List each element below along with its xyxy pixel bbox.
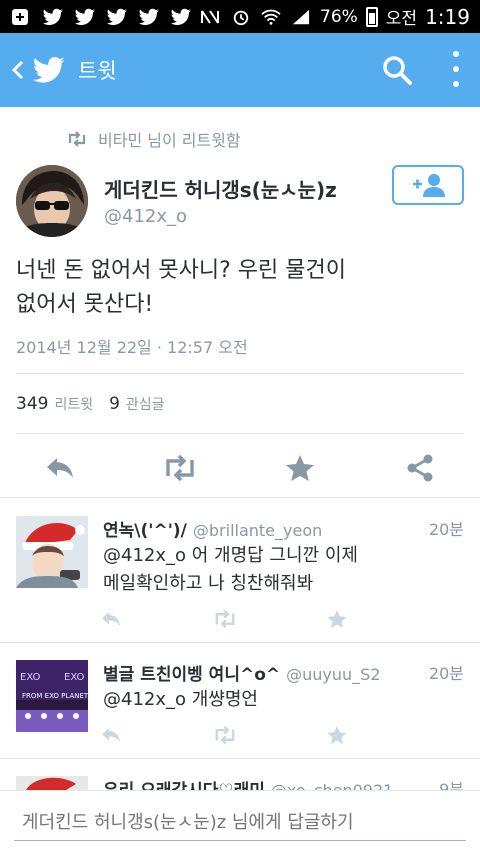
reply-author[interactable]: 연녹\('^')/ @brillante_yeon [103, 516, 322, 541]
reply-tweet[interactable]: EXO EXO FROM EXO PLANET 별글 트친이벵 여니^o^ @uu… [0, 660, 480, 770]
twitter-notification-icon [42, 8, 63, 25]
svg-text:FROM EXO PLANET: FROM EXO PLANET [22, 692, 88, 700]
section-divider [0, 497, 480, 498]
reply-author[interactable]: 우리 오래갑시다♡래미 @xo_chen0921 [103, 776, 393, 790]
reply-author-handle: @uuyuu_S2 [286, 665, 381, 684]
tweet-text: 너넨 돈 없어서 못사니? 우린 물건이 없어서 못산다! [16, 254, 464, 322]
twitter-bird-icon[interactable] [32, 55, 66, 85]
reply-author-handle: @xo_chen0921 [271, 781, 393, 790]
reply-author-handle: @brillante_yeon [192, 521, 323, 540]
tweet-text-line: 없어서 못산다! [16, 292, 154, 317]
retweet-context: 비타민 님이 리트윗함 [66, 127, 241, 151]
reply-time: 20분 [428, 520, 464, 539]
tweet-text-line: 너넨 돈 없어서 못사니? 우린 물건이 [16, 258, 347, 283]
tweet-timestamp: 2014년 12월 22일 · 12:57 오전 [16, 338, 248, 357]
reply-author-name: 우리 오래갑시다♡래미 [103, 781, 265, 790]
follow-button[interactable] [392, 165, 464, 205]
clock-ampm: 오전 [385, 9, 418, 29]
reply-author-name: 별글 트친이벵 여니^o^ [103, 665, 281, 685]
twitter-notification-icon [106, 8, 127, 25]
reply-input[interactable] [14, 805, 466, 841]
reply-icon[interactable] [44, 452, 76, 484]
clock-time: 1:19 [425, 4, 470, 29]
retweet-icon [68, 131, 86, 147]
reply-avatar[interactable] [16, 516, 88, 588]
reply-text-line: @412x_o 개썅명언 [103, 689, 258, 710]
retweet-icon[interactable] [212, 724, 238, 746]
share-icon[interactable] [404, 452, 436, 484]
reply-author[interactable]: 별글 트친이벵 여니^o^ @uuyuu_S2 [103, 660, 381, 685]
divider [16, 373, 464, 374]
battery-percent: 76% [320, 6, 358, 27]
retweet-count[interactable]: 349 [16, 394, 48, 414]
add-user-icon [413, 174, 445, 197]
svg-text:EXO: EXO [20, 672, 41, 683]
favorite-count[interactable]: 9 [109, 394, 120, 414]
search-icon[interactable] [382, 55, 412, 85]
favorite-count-label[interactable]: 관심글 [126, 394, 165, 414]
twitter-notification-icon [170, 8, 191, 25]
plus-box-icon [12, 8, 28, 25]
author-name[interactable]: 게더킨드 허니갱s(눈ㅅ눈)z [104, 174, 337, 203]
reply-author-name: 연녹\('^')/ [103, 521, 187, 541]
divider [16, 433, 464, 434]
reply-tweet[interactable]: 연녹\('^')/ @brillante_yeon 20분 @412x_o 어 개… [0, 516, 480, 646]
tweet-actions [0, 448, 480, 488]
section-divider [0, 642, 480, 643]
back-chevron-icon[interactable] [6, 55, 30, 85]
retweet-count-label[interactable]: 리트윗 [54, 394, 93, 414]
page-title: 트윗 [78, 59, 117, 83]
reply-time: 20분 [428, 664, 464, 683]
tweet-stats: 349 리트윗 9 관심글 [16, 394, 181, 414]
reply-text-line: 메일확인하고 나 칭찬해줘봐 [103, 573, 314, 594]
favorite-star-icon[interactable] [326, 608, 348, 630]
battery-icon [365, 6, 378, 27]
reply-text-line: @412x_o 어 개명답 그니깐 이제 [103, 545, 358, 566]
favorite-star-icon[interactable] [326, 724, 348, 746]
retweet-icon[interactable] [162, 452, 198, 484]
section-divider [0, 758, 480, 759]
twitter-notification-icon [74, 8, 95, 25]
reply-avatar[interactable] [16, 776, 88, 790]
author-avatar[interactable] [16, 165, 88, 237]
svg-text:EXO: EXO [64, 672, 85, 683]
reply-text: @412x_o 어 개명답 그니깐 이제 메일확인하고 나 칭찬해줘봐 [103, 542, 463, 598]
reply-avatar[interactable]: EXO EXO FROM EXO PLANET [16, 660, 88, 732]
author-handle[interactable]: @412x_o [104, 206, 187, 227]
nfc-icon [201, 9, 219, 24]
twitter-notification-icon [138, 8, 159, 25]
reply-icon[interactable] [100, 608, 122, 630]
retweet-context-label: 비타민 님이 리트윗함 [98, 131, 241, 150]
reply-time: 9분 [439, 780, 464, 790]
app-bar: 트윗 [0, 33, 480, 107]
favorite-star-icon[interactable] [284, 452, 316, 484]
reply-tweet[interactable]: 우리 오래갑시다♡래미 @xo_chen0921 9분 [0, 776, 480, 790]
wifi-icon [261, 9, 281, 25]
alarm-icon [233, 10, 249, 25]
status-bar: 76% 오전 1:19 [0, 0, 480, 33]
signal-icon [292, 9, 310, 24]
overflow-menu-icon[interactable] [446, 51, 466, 87]
reply-icon[interactable] [100, 724, 122, 746]
reply-text: @412x_o 개썅명언 [103, 686, 463, 714]
retweet-icon[interactable] [212, 608, 238, 630]
reply-composer [0, 790, 480, 853]
